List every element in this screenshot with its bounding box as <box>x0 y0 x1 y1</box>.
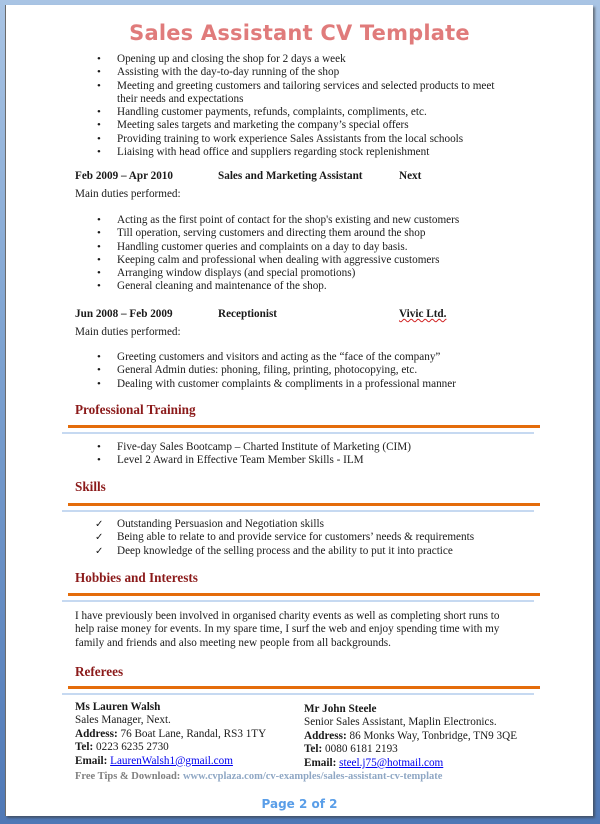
divider-blue <box>62 600 534 602</box>
section-heading-skills: Skills <box>75 479 106 494</box>
list-item: Providing training to work experience Sa… <box>95 133 494 147</box>
referee-card: Ms Lauren Walsh Sales Manager, Next. Add… <box>75 701 266 768</box>
list-item: Greeting customers and visitors and acti… <box>95 351 456 365</box>
referee-email-link[interactable]: LaurenWalsh1@gmail.com <box>110 755 233 767</box>
divider-blue <box>62 510 534 512</box>
duties-label: Main duties performed: <box>75 188 181 200</box>
footer-tip-url[interactable]: www.cvplaza.com/cv-examples/sales-assist… <box>183 771 443 782</box>
tel-label: Tel: <box>304 743 323 756</box>
referee-address: 76 Boat Lane, Randal, RS3 1TY <box>120 727 267 740</box>
top-duties-list: Opening up and closing the shop for 2 da… <box>95 53 494 160</box>
divider-blue <box>62 693 534 695</box>
list-item: Five-day Sales Bootcamp – Charted Instit… <box>95 441 411 455</box>
list-item: Handling customer queries and complaints… <box>95 241 459 255</box>
job-duties-list: Acting as the first point of contact for… <box>95 214 459 294</box>
list-item: Arranging window displays (and special p… <box>95 267 459 281</box>
job-role: Sales and Marketing Assistant <box>218 170 363 182</box>
list-item: General cleaning and maintenance of the … <box>95 280 459 294</box>
footer-tip-label: Free Tips & Download: <box>75 771 181 782</box>
list-item: Acting as the first point of contact for… <box>95 214 459 228</box>
duties-label: Main duties performed: <box>75 326 181 338</box>
list-item-continuation: their needs and expectations <box>117 92 244 105</box>
list-item: Deep knowledge of the selling process an… <box>95 545 474 559</box>
referee-card: Mr John Steele Senior Sales Assistant, M… <box>304 703 517 770</box>
document-page: Sales Assistant CV Template Opening up a… <box>5 5 593 816</box>
footer-tip: Free Tips & Download: www.cvplaza.com/cv… <box>75 771 442 782</box>
job-duties-list: Greeting customers and visitors and acti… <box>95 351 456 391</box>
section-heading-training: Professional Training <box>75 402 196 417</box>
referee-name: Ms Lauren Walsh <box>75 701 161 713</box>
list-item: Being able to relate to and provide serv… <box>95 531 474 545</box>
page-title: Sales Assistant CV Template <box>129 21 470 45</box>
divider-orange <box>68 503 540 506</box>
list-item: Assisting with the day-to-day running of… <box>95 66 494 80</box>
list-item: Opening up and closing the shop for 2 da… <box>95 53 494 67</box>
referee-tel: 0080 6181 2193 <box>325 743 398 756</box>
list-item: Level 2 Award in Effective Team Member S… <box>95 454 411 468</box>
page-number: Page 2 of 2 <box>261 797 338 811</box>
divider-orange <box>68 425 540 428</box>
list-item: Meeting and greeting customers and tailo… <box>95 80 494 94</box>
section-heading-hobbies: Hobbies and Interests <box>75 570 198 585</box>
divider-orange <box>68 593 540 596</box>
list-item: Keeping calm and professional when deali… <box>95 254 459 268</box>
job-dates: Jun 2008 – Feb 2009 <box>75 308 173 320</box>
job-company: Vivic Ltd. <box>399 308 447 320</box>
list-item: Handling customer payments, refunds, com… <box>95 106 494 120</box>
tel-label: Tel: <box>75 741 94 754</box>
list-item: Liaising with head office and suppliers … <box>95 146 494 160</box>
address-label: Address: <box>304 729 347 742</box>
referee-email-link[interactable]: steel.j75@hotmail.com <box>339 757 443 769</box>
referee-position: Senior Sales Assistant, Maplin Electroni… <box>304 716 497 729</box>
job-role: Receptionist <box>218 308 278 320</box>
job-dates: Feb 2009 – Apr 2010 <box>75 170 173 182</box>
hobbies-paragraph: I have previously been involved in organ… <box>75 610 545 650</box>
paragraph-line: family and friends and also meeting new … <box>75 636 391 649</box>
referee-name: Mr John Steele <box>304 703 377 715</box>
email-label: Email: <box>75 754 108 767</box>
divider-blue <box>62 432 534 434</box>
skills-list: Outstanding Persuasion and Negotiation s… <box>95 518 474 558</box>
job-company: Next <box>399 170 422 182</box>
email-label: Email: <box>304 756 337 769</box>
list-item: Till operation, serving customers and di… <box>95 227 459 241</box>
paragraph-line: I have previously been involved in organ… <box>75 610 500 622</box>
list-item: Meeting sales targets and marketing the … <box>95 119 494 133</box>
paragraph-line: help raise money for events. In my spare… <box>75 623 500 636</box>
section-heading-referees: Referees <box>75 664 124 679</box>
address-label: Address: <box>75 727 118 740</box>
divider-orange <box>68 686 540 689</box>
referee-tel: 0223 6235 2730 <box>96 741 169 754</box>
referee-position: Sales Manager, Next. <box>75 714 171 727</box>
list-item: General Admin duties: phoning, filing, p… <box>95 364 456 378</box>
referee-address: 86 Monks Way, Tonbridge, TN9 3QE <box>349 729 518 742</box>
list-item: Dealing with customer complaints & compl… <box>95 378 456 392</box>
list-item: Outstanding Persuasion and Negotiation s… <box>95 518 474 532</box>
training-list: Five-day Sales Bootcamp – Charted Instit… <box>95 441 411 468</box>
